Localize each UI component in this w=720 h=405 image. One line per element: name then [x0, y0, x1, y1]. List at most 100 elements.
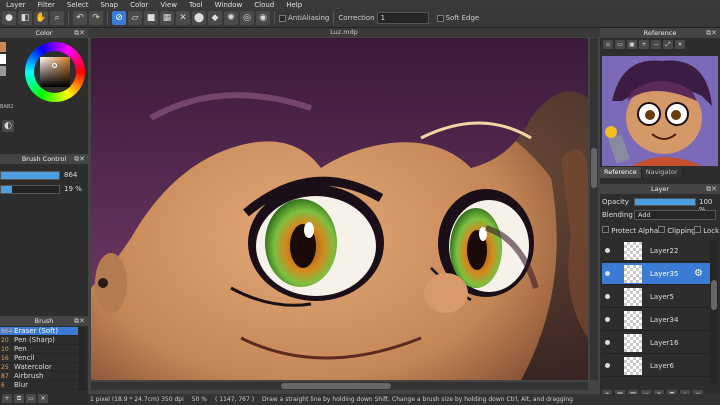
- layer-row[interactable]: Layer22: [602, 240, 710, 262]
- layer-scroll-thumb[interactable]: [711, 280, 717, 310]
- layer-row[interactable]: Layer5: [602, 286, 710, 308]
- reference-image[interactable]: [602, 56, 718, 166]
- eye-icon[interactable]: [605, 340, 610, 345]
- layer-list-scrollbar[interactable]: [710, 240, 718, 384]
- fill-circle-icon[interactable]: ⬤: [192, 11, 206, 25]
- dock-icon[interactable]: ⧉✕: [74, 29, 85, 38]
- canvas-vertical-scrollbar[interactable]: [590, 38, 598, 380]
- brush-item[interactable]: 16 Pencil: [0, 354, 78, 363]
- layer-row[interactable]: Layer16: [602, 332, 710, 354]
- layer-row[interactable]: Layer34: [602, 309, 710, 331]
- brush-item[interactable]: 25 Watercolor: [0, 363, 78, 372]
- menu-help[interactable]: Help: [286, 1, 302, 9]
- layer-stack-icon[interactable]: ◧: [18, 11, 32, 25]
- reference-tabs: Reference Navigator: [600, 167, 720, 178]
- layer-row[interactable]: Layer6: [602, 355, 710, 377]
- correction-select[interactable]: 1: [376, 12, 429, 24]
- layer-opacity-slider[interactable]: [634, 198, 696, 206]
- eye-icon[interactable]: [605, 271, 610, 276]
- redo-icon[interactable]: ↷: [89, 11, 103, 25]
- layer-thumbnail: [624, 334, 642, 352]
- menu-layer[interactable]: Layer: [6, 1, 26, 9]
- foreground-swatch[interactable]: [0, 42, 6, 52]
- bucket-icon[interactable]: ◆: [208, 11, 222, 25]
- eye-icon[interactable]: [605, 294, 610, 299]
- undo-icon[interactable]: ↶: [73, 11, 87, 25]
- fit-icon[interactable]: ⤢: [663, 40, 673, 49]
- copy-brush-icon[interactable]: ⧉: [14, 394, 24, 403]
- eye-icon[interactable]: [605, 248, 610, 253]
- dock-icon[interactable]: ⧉✕: [706, 185, 717, 194]
- layer-name: Layer34: [650, 316, 679, 324]
- dock-icon[interactable]: ⧉✕: [706, 29, 717, 38]
- menu-bar: Layer Filter Select Snap Color View Tool…: [0, 0, 720, 9]
- dock-icon[interactable]: ⧉✕: [74, 317, 85, 326]
- drawing-canvas[interactable]: [91, 38, 588, 380]
- antialiasing-checkbox[interactable]: [279, 14, 286, 22]
- menu-tool[interactable]: Tool: [189, 1, 203, 9]
- eraser-tool-icon[interactable]: ▱: [128, 11, 142, 25]
- color-wheel[interactable]: [25, 42, 85, 102]
- clipping-checkbox[interactable]: [658, 226, 665, 233]
- saturation-value-square[interactable]: [40, 57, 70, 87]
- menu-color[interactable]: Color: [130, 1, 148, 9]
- menu-view[interactable]: View: [160, 1, 177, 9]
- layer-name: Layer6: [650, 362, 674, 370]
- open-folder-icon[interactable]: ▭: [615, 40, 625, 49]
- brush-size-fill: [1, 172, 59, 179]
- brush-opacity-fill: [1, 186, 13, 193]
- dock-icon[interactable]: ⧉✕: [74, 155, 85, 164]
- brush-item[interactable]: 864 Eraser (Soft): [0, 327, 78, 336]
- delete-brush-icon[interactable]: ✕: [38, 394, 48, 403]
- background-swatch[interactable]: [0, 54, 6, 64]
- canvas-horizontal-scrollbar[interactable]: [91, 382, 588, 390]
- soft-edge-label: Soft Edge: [445, 14, 480, 22]
- gear-icon[interactable]: ✺: [224, 11, 238, 25]
- menu-select[interactable]: Select: [67, 1, 89, 9]
- brush-size-label: 6: [1, 382, 5, 389]
- lock-checkbox[interactable]: [694, 226, 701, 233]
- menu-filter[interactable]: Filter: [38, 1, 55, 9]
- speech-icon[interactable]: ●: [2, 11, 16, 25]
- brush-item[interactable]: 10 Pen: [0, 345, 78, 354]
- brush-item[interactable]: 20 Pen (Sharp): [0, 336, 78, 345]
- zoom-icon[interactable]: ⌕: [50, 11, 64, 25]
- dot-icon[interactable]: ◉: [256, 11, 270, 25]
- color-picker-marker[interactable]: [52, 63, 57, 68]
- brush-tool-icon[interactable]: ⊘: [112, 11, 126, 25]
- new-brush-icon[interactable]: +: [2, 394, 12, 403]
- brush-item[interactable]: 6 Blur: [0, 381, 78, 390]
- lasso-icon[interactable]: ✕: [176, 11, 190, 25]
- brush-size-slider[interactable]: [0, 171, 60, 180]
- circle-icon[interactable]: ◎: [240, 11, 254, 25]
- eye-icon[interactable]: [605, 363, 610, 368]
- home-icon[interactable]: ⌂: [603, 40, 613, 49]
- tab-reference[interactable]: Reference: [600, 167, 642, 178]
- layer-row[interactable]: Layer35 ⚙: [602, 263, 710, 285]
- image-icon[interactable]: ▣: [627, 40, 637, 49]
- vertical-scroll-thumb[interactable]: [591, 148, 597, 188]
- eye-icon[interactable]: [605, 317, 610, 322]
- zoom-in-icon[interactable]: +: [639, 40, 649, 49]
- horizontal-scroll-thumb[interactable]: [281, 383, 391, 389]
- protect-alpha-checkbox[interactable]: [602, 226, 609, 233]
- menu-window[interactable]: Window: [215, 1, 243, 9]
- gear-icon[interactable]: ⚙: [694, 268, 703, 279]
- zoom-out-icon[interactable]: −: [651, 40, 661, 49]
- fill-rect-icon[interactable]: ■: [144, 11, 158, 25]
- blending-select[interactable]: Add: [634, 210, 716, 220]
- hand-icon[interactable]: ✋: [34, 11, 48, 25]
- menu-cloud[interactable]: Cloud: [254, 1, 274, 9]
- select-rect-icon[interactable]: ▦: [160, 11, 174, 25]
- transparent-swatch[interactable]: [0, 66, 6, 76]
- soft-edge-checkbox[interactable]: [436, 14, 444, 22]
- brush-item[interactable]: 87 Airbrush: [0, 372, 78, 381]
- close-icon[interactable]: ✕: [675, 40, 685, 49]
- brush-control-title: Brush Control: [21, 155, 67, 163]
- brush-list-scrollbar[interactable]: [79, 327, 86, 391]
- folder-icon[interactable]: ▭: [26, 394, 36, 403]
- menu-snap[interactable]: Snap: [100, 1, 118, 9]
- color-mode-icon[interactable]: ◐: [2, 120, 14, 132]
- brush-opacity-slider[interactable]: [0, 185, 60, 194]
- tab-navigator[interactable]: Navigator: [641, 167, 683, 178]
